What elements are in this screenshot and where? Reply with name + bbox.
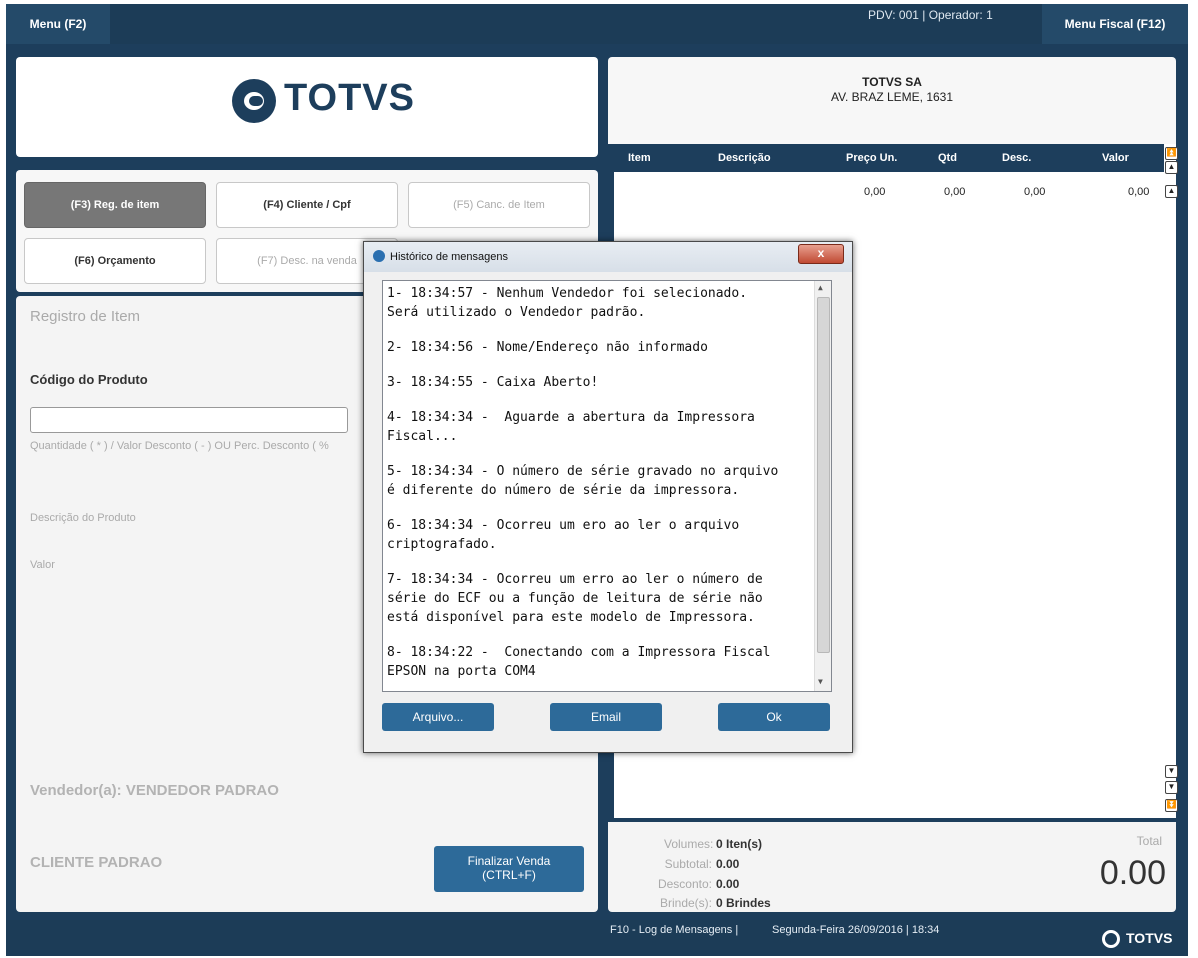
finalizar-venda-shortcut: (CTRL+F) [482, 868, 536, 882]
row-desc: 0,00 [1024, 186, 1046, 198]
descricao-produto-label: Descrição do Produto [30, 512, 136, 524]
company-address: AV. BRAZ LEME, 1631 [830, 90, 954, 104]
list-item: 6- 18:34:34 - Ocorreu um ero ao ler o ar… [387, 518, 740, 552]
total-value: 0.00 [1099, 854, 1166, 892]
email-button[interactable]: Email [550, 703, 662, 731]
dialog-titlebar[interactable]: Histórico de mensagens x [364, 242, 852, 272]
cliente-label: CLIENTE PADRAO [30, 854, 163, 871]
quantidade-hint: Quantidade ( * ) / Valor Desconto ( - ) … [30, 440, 329, 452]
log-mensagens-link[interactable]: F10 - Log de Mensagens | [610, 924, 738, 936]
receipt-header: TOTVS SA AV. BRAZ LEME, 1631 [608, 57, 1176, 144]
volumes-value: 0 Iten(s) [716, 837, 763, 851]
subtotal-value: 0.00 [716, 857, 740, 871]
canc-item-button[interactable]: (F5) Canc. de Item [408, 182, 590, 228]
company-name: TOTVS SA [862, 75, 922, 89]
codigo-produto-input[interactable] [30, 407, 348, 433]
col-valor: Valor [1102, 152, 1129, 164]
list-item: 7- 18:34:34 - Ocorreu um erro ao ler o n… [387, 572, 763, 625]
close-icon[interactable]: x [798, 244, 844, 264]
desconto-label: Desconto: [657, 877, 712, 891]
scroll-page-up-icon[interactable]: ▲ [1165, 161, 1178, 174]
message-scrollbar[interactable]: ▲ ▼ [814, 281, 831, 691]
receipt-column-header: Item Descrição Preço Un. Qtd Desc. Valor [614, 144, 1164, 172]
finalizar-venda-label: Finalizar Venda [467, 854, 551, 868]
scroll-top-icon[interactable]: ⏫ [1165, 147, 1178, 160]
totvs-footer-logo-icon [1102, 930, 1120, 948]
valor-label: Valor [30, 559, 55, 571]
reg-item-button[interactable]: (F3) Reg. de item [24, 182, 206, 228]
status-datetime: Segunda-Feira 26/09/2016 | 18:34 [772, 924, 940, 936]
vendedor-label: Vendedor(a): VENDEDOR PADRAO [30, 782, 279, 799]
registro-title: Registro de Item [30, 308, 141, 325]
brindes-value: 0 Brindes [716, 896, 771, 910]
total-label: Total [1136, 834, 1162, 848]
app-icon [373, 250, 385, 262]
col-preco: Preço Un. [846, 152, 898, 164]
totvs-logo-text: TOTVS [284, 77, 415, 119]
scroll-down-icon[interactable]: ▼ [1165, 765, 1178, 778]
list-item: 2- 18:34:56 - Nome/Endereço não informad… [387, 340, 708, 355]
scroll-page-down-icon[interactable]: ▼ [1165, 781, 1178, 794]
scroll-down-arrow-icon[interactable]: ▼ [818, 677, 823, 686]
totvs-logo-icon [232, 79, 276, 123]
col-descricao: Descrição [718, 152, 771, 164]
col-qtd: Qtd [938, 152, 957, 164]
list-item: 4- 18:34:34 - Aguarde a abertura da Impr… [387, 410, 755, 444]
orcamento-button[interactable]: (F6) Orçamento [24, 238, 206, 284]
volumes-label: Volumes: [664, 837, 714, 851]
finalizar-venda-button[interactable]: Finalizar Venda (CTRL+F) [434, 846, 584, 892]
scroll-bottom-icon[interactable]: ⏬ [1165, 799, 1178, 812]
cliente-cpf-button[interactable]: (F4) Cliente / Cpf [216, 182, 398, 228]
totvs-footer-logo-text: TOTVS [1126, 930, 1173, 946]
receipt-scrollbar[interactable] [1164, 144, 1176, 818]
totals-panel: Volumes: 0 Iten(s) Subtotal: 0.00 Descon… [608, 822, 1176, 912]
list-item: 3- 18:34:55 - Caixa Aberto! [387, 375, 599, 390]
codigo-produto-label: Código do Produto [30, 372, 148, 387]
fiscal-menu-button[interactable]: Menu Fiscal (F12) [1042, 4, 1188, 44]
subtotal-label: Subtotal: [664, 857, 712, 871]
table-row: 0,00 0,00 0,00 0,00 [614, 186, 1164, 204]
top-bar: Menu (F2) PDV: 001 | Operador: 1 Menu Fi… [6, 4, 1188, 44]
ok-button[interactable]: Ok [718, 703, 830, 731]
brindes-label: Brinde(s): [659, 896, 712, 910]
row-valor: 0,00 [1128, 186, 1150, 198]
desconto-value: 0.00 [716, 877, 740, 891]
status-bar: F10 - Log de Mensagens | Segunda-Feira 2… [6, 920, 1188, 956]
pdv-operator-info: PDV: 001 | Operador: 1 [868, 8, 993, 22]
menu-button[interactable]: Menu (F2) [6, 4, 110, 44]
logo-panel: TOTVS [16, 57, 598, 157]
scroll-up-icon[interactable]: ▲ [1165, 185, 1178, 198]
list-item: 8- 18:34:22 - Conectando com a Impressor… [387, 645, 771, 679]
scroll-up-arrow-icon[interactable]: ▲ [818, 283, 823, 292]
row-preco: 0,00 [864, 186, 886, 198]
col-desc: Desc. [1002, 152, 1032, 164]
arquivo-button[interactable]: Arquivo... [382, 703, 494, 731]
scroll-thumb[interactable] [817, 297, 830, 653]
list-item: 5- 18:34:34 - O número de série gravado … [387, 464, 779, 498]
message-history-dialog: Histórico de mensagens x 1- 18:34:57 - N… [363, 241, 853, 753]
row-qtd: 0,00 [944, 186, 966, 198]
col-item: Item [628, 152, 651, 164]
dialog-title: Histórico de mensagens [390, 251, 509, 263]
list-item: 1- 18:34:57 - Nenhum Vendedor foi seleci… [387, 286, 748, 320]
message-list[interactable]: 1- 18:34:57 - Nenhum Vendedor foi seleci… [382, 280, 832, 692]
